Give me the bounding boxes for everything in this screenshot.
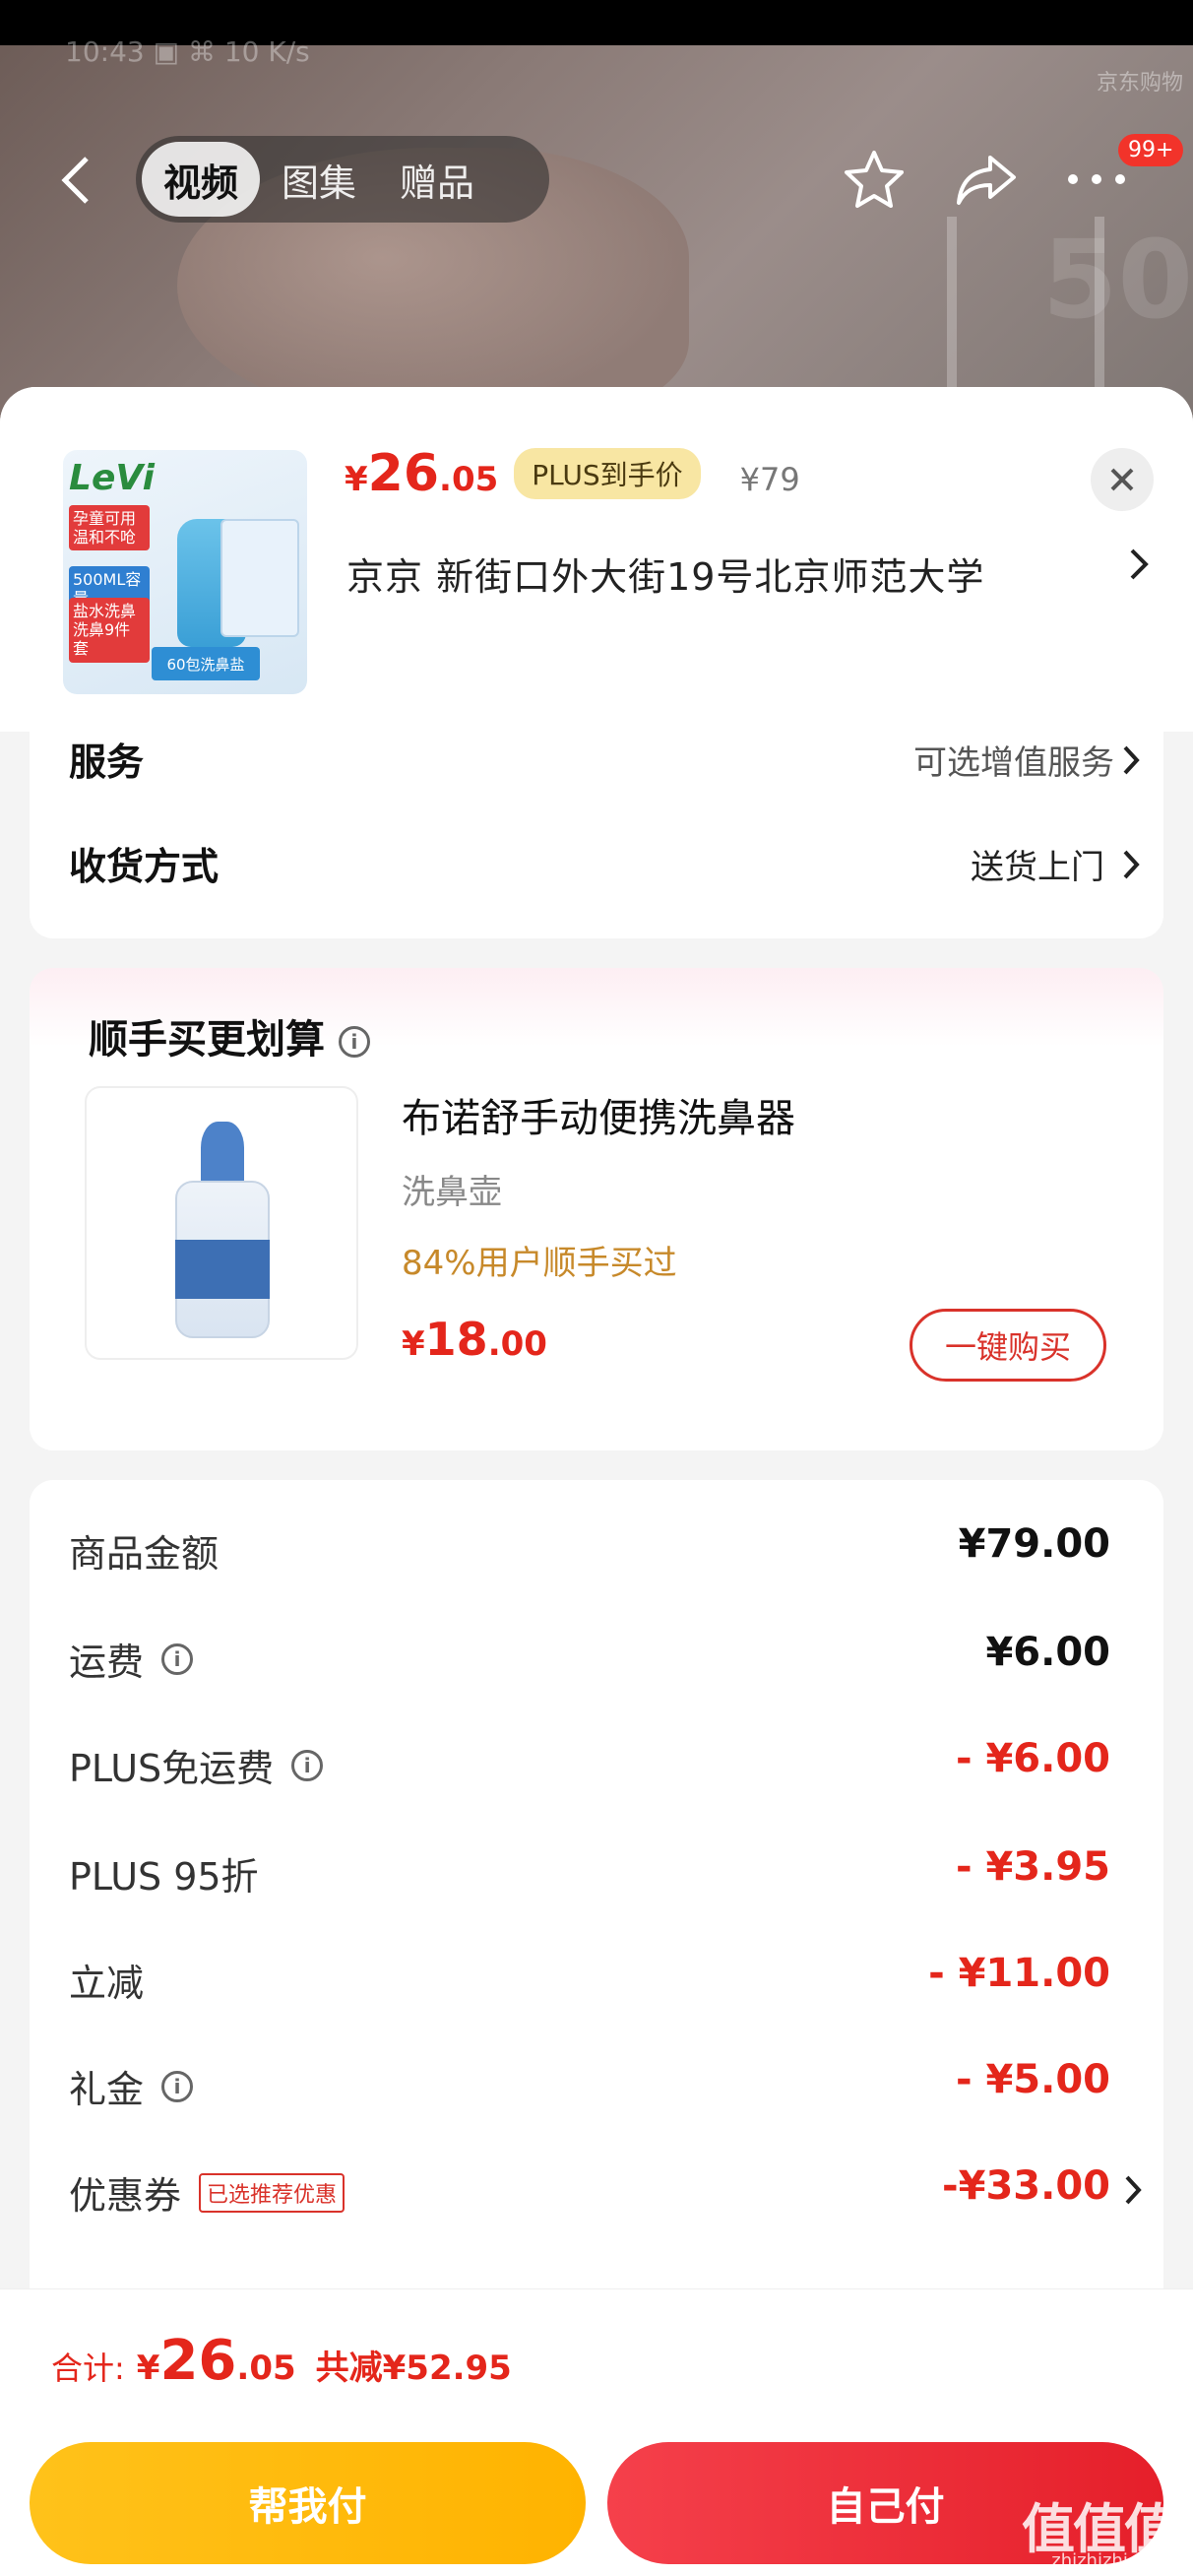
- checkout-sheet: LeVi 孕童可用 温和不呛 500ML容量 盐水洗鼻 洗鼻9件套 60包洗鼻盐…: [0, 387, 1193, 2576]
- service-value[interactable]: 可选增值服务: [913, 736, 1114, 784]
- sheet-header: LeVi 孕童可用 温和不呛 500ML容量 盐水洗鼻 洗鼻9件套 60包洗鼻盐…: [0, 387, 1193, 732]
- product-tag: 孕童可用 温和不呛: [69, 505, 150, 551]
- upsell-price-currency: ¥: [402, 1324, 425, 1364]
- fee-value-instant-reduction: - ¥11.00: [928, 1951, 1110, 1996]
- total-saved: 共减¥52.95: [315, 2349, 512, 2388]
- fee-value-goods: ¥79.00: [958, 1521, 1110, 1567]
- back-arrow-icon: [61, 157, 89, 204]
- fee-label-plus-free-shipping: PLUS免运费 i: [69, 1738, 324, 1792]
- share-icon: [957, 156, 1016, 205]
- fee-label-goods: 商品金额: [69, 1523, 219, 1578]
- share-button[interactable]: [947, 140, 1026, 219]
- fee-label-text: 商品金额: [69, 1532, 220, 1576]
- total-label: 合计:: [51, 2350, 125, 2387]
- checkout-bottom-bar: 合计: ¥ 26 .05 共减¥52.95 帮我付 自己付: [0, 2288, 1193, 2576]
- price-currency: ¥: [345, 460, 368, 499]
- product-box-image: [220, 519, 299, 637]
- delivery-address[interactable]: 京京 新街口外大街19号北京师范大学: [346, 547, 984, 601]
- fee-value-plus-free-shipping: - ¥6.00: [955, 1736, 1110, 1781]
- fee-value-coupon[interactable]: -¥33.00: [942, 2163, 1110, 2209]
- fee-label-text: PLUS 95折: [69, 1855, 259, 1899]
- fee-label-plus-discount: PLUS 95折: [69, 1846, 259, 1900]
- close-icon: [1110, 468, 1134, 491]
- delivery-method-value[interactable]: 送货上门: [971, 840, 1104, 888]
- one-click-buy-button[interactable]: 一键购买: [910, 1309, 1106, 1382]
- upsell-purchase-stat: 84%用户顺手买过: [402, 1244, 677, 1283]
- tab-gallery[interactable]: 图集: [260, 142, 378, 217]
- coupon-recommended-tag: 已选推荐优惠: [199, 2172, 345, 2213]
- fee-value-shipping: ¥6.00: [985, 1630, 1110, 1675]
- fee-label-text: 立减: [69, 1962, 145, 2005]
- fee-label-text: 礼金: [69, 2068, 145, 2111]
- total-currency: ¥: [136, 2349, 160, 2388]
- video-watermark: 京东购物: [1096, 71, 1183, 96]
- fee-label-coupon[interactable]: 优惠券 已选推荐优惠: [69, 2165, 345, 2220]
- product-pack-label: 60包洗鼻盐: [152, 647, 260, 680]
- tab-video[interactable]: 视频: [142, 142, 261, 217]
- upsell-title: 顺手买更划算 i: [89, 1007, 370, 1064]
- coupon-chevron-icon[interactable]: [1124, 2173, 1142, 2211]
- more-dots-icon: [1068, 174, 1125, 184]
- fee-label-text: 优惠券: [69, 2174, 182, 2218]
- delivery-chevron-icon[interactable]: [1122, 848, 1140, 885]
- service-label: 服务: [69, 741, 145, 784]
- back-button[interactable]: [51, 148, 100, 213]
- product-brand-logo: LeVi: [69, 458, 155, 498]
- star-icon: [845, 151, 904, 208]
- address-chevron-icon[interactable]: [1128, 545, 1150, 588]
- fee-label-instant-reduction: 立减: [69, 1953, 144, 2007]
- media-tabs: 视频 图集 赠品: [136, 136, 549, 223]
- upsell-price-decimal: .00: [487, 1324, 547, 1364]
- pay-for-me-button[interactable]: 帮我付: [30, 2442, 586, 2564]
- message-badge: 99+: [1118, 134, 1184, 166]
- product-tag: 盐水洗鼻 洗鼻9件套: [69, 598, 150, 663]
- total-integer: 26: [159, 2329, 237, 2393]
- site-watermark-url: zhizhizhi.com: [1051, 2550, 1171, 2571]
- fee-value-plus-discount: - ¥3.95: [955, 1844, 1110, 1890]
- price-integer: 26: [367, 444, 440, 503]
- product-price-line: ¥ 26 .05 PLUS到手价 ¥79: [345, 444, 800, 505]
- info-icon[interactable]: i: [161, 2070, 194, 2102]
- info-icon[interactable]: i: [161, 1642, 194, 1675]
- original-price: ¥79: [739, 461, 800, 498]
- fee-value-gift-money: - ¥5.00: [955, 2057, 1110, 2102]
- fee-label-gift-money: 礼金 i: [69, 2059, 194, 2113]
- video-ghost-text: 50: [1041, 217, 1193, 343]
- upsell-product-image[interactable]: [85, 1086, 358, 1360]
- upsell-price: ¥ 18 .00: [402, 1313, 547, 1366]
- upsell-product-subtitle: 洗鼻壶: [402, 1173, 502, 1212]
- price-decimal: .05: [439, 460, 499, 499]
- options-card: 服务 可选增值服务 收货方式 送货上门: [30, 732, 1163, 938]
- fee-label-shipping: 运费 i: [69, 1632, 194, 1686]
- nasal-bottle-image: [175, 1122, 270, 1338]
- fee-label-text: PLUS免运费: [69, 1747, 275, 1790]
- plus-price-tag: PLUS到手价: [514, 448, 701, 499]
- delivery-method-label: 收货方式: [69, 845, 220, 888]
- total-decimal: .05: [236, 2349, 296, 2388]
- status-time: 10:43 ▣ ⌘ 10 K/s: [65, 35, 310, 68]
- info-icon[interactable]: i: [291, 1749, 324, 1781]
- product-thumbnail[interactable]: LeVi 孕童可用 温和不呛 500ML容量 盐水洗鼻 洗鼻9件套 60包洗鼻盐: [63, 450, 307, 694]
- upsell-card: 顺手买更划算 i 布诺舒手动便携洗鼻器 洗鼻壶 84%用户顺手买过 ¥ 18 .…: [30, 968, 1163, 1450]
- fee-label-text: 运费: [69, 1641, 145, 1684]
- upsell-product-name[interactable]: 布诺舒手动便携洗鼻器: [402, 1086, 795, 1143]
- service-chevron-icon[interactable]: [1122, 743, 1140, 781]
- favorite-button[interactable]: [835, 140, 913, 219]
- upsell-price-integer: 18: [424, 1313, 488, 1366]
- close-button[interactable]: [1091, 448, 1154, 511]
- order-total: 合计: ¥ 26 .05 共减¥52.95: [51, 2329, 512, 2393]
- tab-gifts[interactable]: 赠品: [378, 142, 496, 217]
- upsell-title-text: 顺手买更划算: [89, 1017, 325, 1063]
- info-icon[interactable]: i: [338, 1026, 370, 1058]
